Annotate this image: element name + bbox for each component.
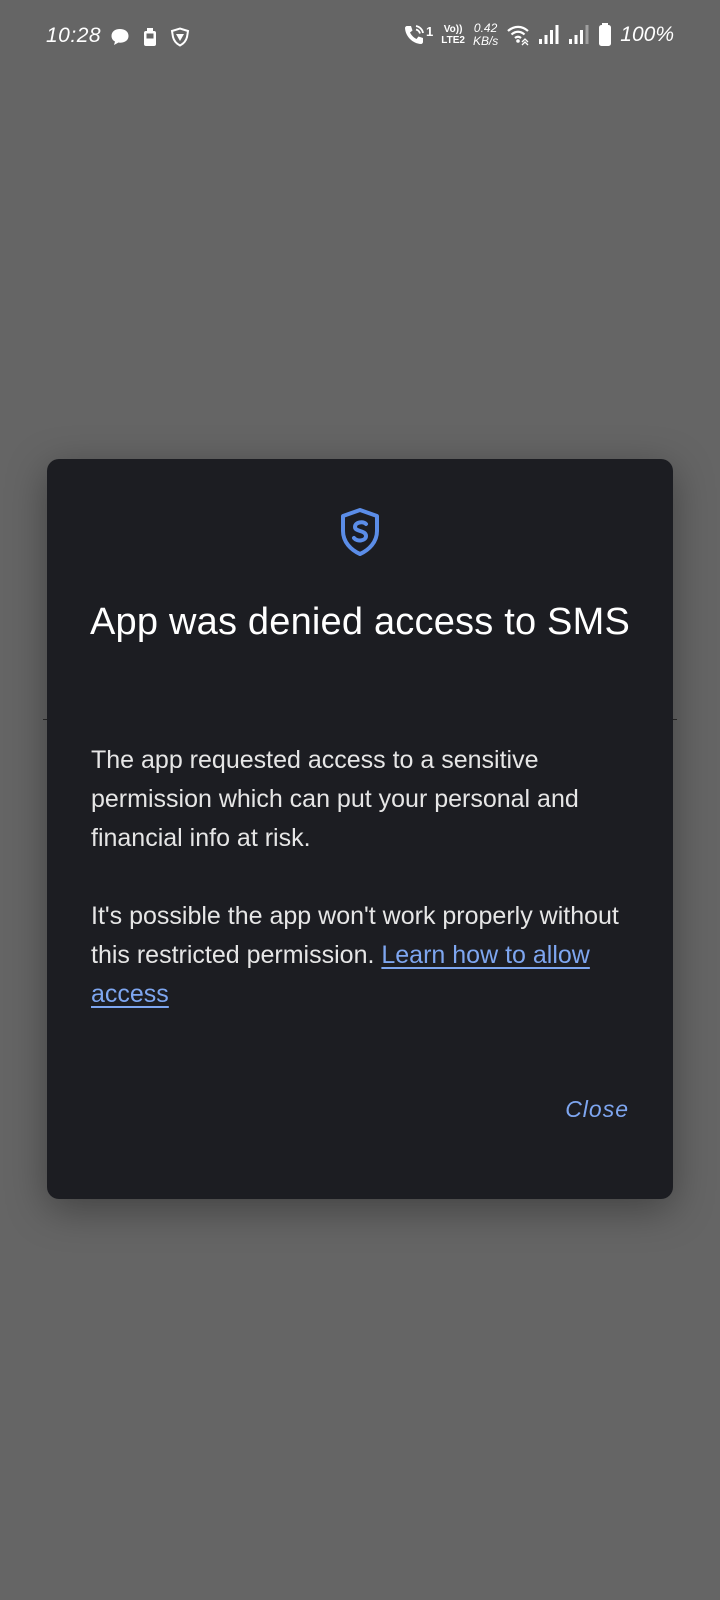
- volte-top: Vo)): [443, 24, 463, 35]
- status-right: 1 Vo)) LTE2 0.42 KB/s 100%: [402, 22, 674, 48]
- shield-icon: [341, 508, 379, 556]
- permission-denied-dialog: App was denied access to SMS The app req…: [47, 459, 673, 1199]
- signal-sim1-icon: [539, 25, 559, 44]
- wifi-calling-icon: [404, 25, 424, 44]
- volte-indicator: Vo)) LTE2: [441, 24, 465, 46]
- battery-percent: 100%: [620, 23, 674, 46]
- net-speed: 0.42 KB/s: [473, 22, 498, 48]
- vpn-shield-icon: [170, 27, 190, 47]
- chat-bubble-icon: [111, 29, 129, 45]
- battery-icon: [599, 23, 612, 46]
- screen: 10:28 1 Vo)) LTE2 0.42 KB/s 100% App was…: [0, 0, 720, 1600]
- wifi-icon: [507, 25, 530, 46]
- status-bar: 10:28 1 Vo)) LTE2 0.42 KB/s 100%: [0, 0, 720, 78]
- battery-saver-icon: [144, 28, 156, 46]
- dialog-paragraph-risk: The app requested access to a sensitive …: [91, 746, 579, 852]
- dialog-title: App was denied access to SMS: [90, 601, 630, 643]
- call-sim-indicator: 1: [425, 23, 434, 39]
- status-time: 10:28: [46, 24, 102, 47]
- net-speed-unit: KB/s: [472, 34, 499, 48]
- close-button[interactable]: Close: [565, 1096, 629, 1123]
- volte-bottom: LTE2: [441, 35, 465, 46]
- dialog-paragraph-restricted: It's possible the app won't work properl…: [91, 897, 631, 1014]
- signal-sim2-icon: [569, 25, 589, 44]
- dialog-body: The app requested access to a sensitive …: [91, 741, 631, 1053]
- notification-icons: [110, 27, 190, 47]
